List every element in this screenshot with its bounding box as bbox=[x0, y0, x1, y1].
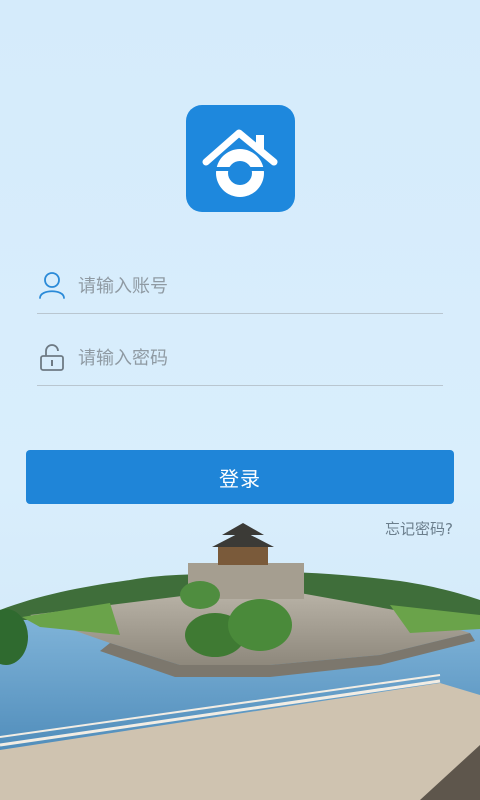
house-camera-icon bbox=[202, 129, 278, 197]
city-wall-tower-scene bbox=[0, 523, 480, 800]
password-field bbox=[37, 330, 443, 386]
user-icon bbox=[39, 272, 65, 299]
account-field bbox=[37, 258, 443, 314]
login-button[interactable]: 登录 bbox=[26, 450, 454, 504]
password-input[interactable] bbox=[78, 342, 438, 374]
account-input[interactable] bbox=[78, 270, 438, 302]
login-screen: 登录 忘记密码? bbox=[0, 0, 480, 800]
lock-icon bbox=[40, 344, 64, 371]
app-logo bbox=[186, 105, 295, 212]
